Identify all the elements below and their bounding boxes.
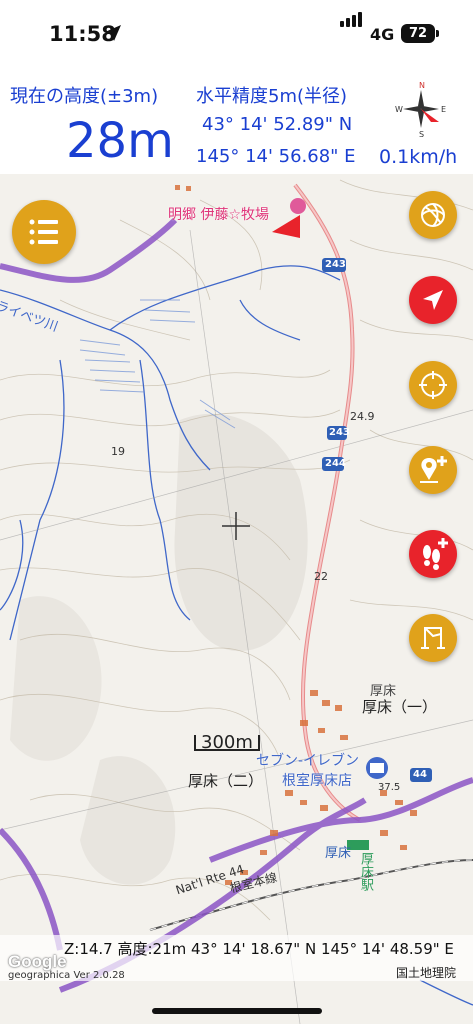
- menu-button[interactable]: [12, 200, 76, 264]
- add-pin-icon: [420, 456, 447, 483]
- scale-label: 300m: [201, 732, 253, 753]
- home-indicator[interactable]: [152, 1008, 322, 1014]
- altitude-label: 現在の高度(±3m): [10, 86, 159, 107]
- place-label: 厚床（一）: [362, 698, 438, 716]
- place-label: 厚床（二）: [188, 772, 264, 790]
- status-bar: 11:58 4G 72: [0, 0, 473, 70]
- list-icon: [29, 219, 58, 245]
- compass-icon[interactable]: N W E S: [395, 78, 447, 138]
- station-label: 厚床: [325, 846, 352, 861]
- layers-button[interactable]: [409, 191, 457, 239]
- route-flag-icon: [421, 627, 445, 649]
- svg-text:N: N: [419, 81, 425, 90]
- crosshair-target-icon: [419, 371, 447, 399]
- elevation-label: 22: [314, 570, 328, 583]
- speed-value: 0.1km/h: [379, 146, 458, 168]
- elevation-label: 37.5: [378, 782, 401, 793]
- svg-text:S: S: [419, 130, 424, 138]
- svg-text:E: E: [441, 105, 446, 114]
- station-label[interactable]: 厚床駅: [356, 852, 375, 891]
- route-44-shield: 44: [413, 769, 427, 780]
- longitude-value: 145° 14' 56.68" E: [196, 146, 356, 167]
- map-attribution[interactable]: 国土地理院: [396, 964, 456, 981]
- google-logo: Google: [8, 952, 67, 971]
- accuracy-label: 水平精度5m(半径): [196, 86, 348, 107]
- route-243-shield: 243: [325, 259, 346, 270]
- svg-text:W: W: [395, 105, 403, 114]
- store-label[interactable]: 根室厚床店: [282, 770, 352, 790]
- add-footprint-icon: [423, 538, 448, 570]
- route-244-shield: 244: [325, 458, 346, 469]
- farm-label[interactable]: 明郷 伊藤☆牧場: [168, 204, 269, 224]
- route-243-shield-2: 243: [329, 427, 350, 438]
- swirl-icon: [421, 203, 445, 227]
- current-location-button[interactable]: [409, 276, 457, 324]
- elevation-label: 19: [111, 445, 125, 458]
- altitude-value: 28m: [66, 113, 174, 169]
- info-panel: 現在の高度(±3m) 28m 水平精度5m(半径) 43° 14' 52.89"…: [0, 70, 473, 174]
- cursor-coordinates: Z:14.7 高度:21m 43° 14' 18.67" N 145° 14' …: [64, 940, 454, 958]
- center-map-button[interactable]: [409, 361, 457, 409]
- add-footprint-button[interactable]: [409, 530, 457, 578]
- map-center-crosshair: [222, 512, 250, 540]
- route-button[interactable]: [409, 614, 457, 662]
- navigation-arrow-icon: [423, 290, 443, 310]
- app-version: geographica Ver 2.0.28: [8, 970, 125, 981]
- battery-indicator: 72: [401, 24, 435, 43]
- battery-tip: [436, 30, 439, 37]
- location-services-icon: [105, 25, 121, 41]
- latitude-value: 43° 14' 52.89" N: [202, 114, 353, 135]
- store-label[interactable]: セブン-イレブン: [256, 750, 359, 770]
- add-pin-button[interactable]: [409, 446, 457, 494]
- elevation-label: 24.9: [350, 410, 375, 423]
- network-type: 4G: [370, 25, 395, 44]
